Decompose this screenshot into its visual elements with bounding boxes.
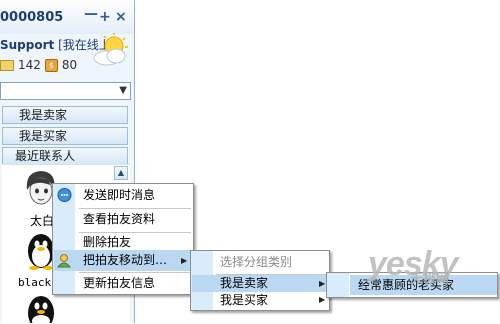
group-label: 我是卖家 (19, 108, 68, 122)
menu-item-move-friend-to[interactable]: 把拍友移动到… ▶ (54, 250, 193, 271)
menu-item-send-message[interactable]: 发送即时消息 (54, 185, 193, 206)
group-label: 最近联系人 (15, 149, 76, 163)
submenu-arrow-icon: ▶ (319, 279, 326, 288)
title-bar: 0000805 — + × (0, 0, 134, 34)
scroll-up-arrow-icon[interactable]: ▲ (114, 166, 128, 180)
menu-item-label: 选择分组类别 (220, 255, 293, 269)
menu-item-update-info[interactable]: 更新拍友信息 (54, 273, 193, 294)
menu-item-label: 我是买家 (220, 293, 269, 307)
contact-name[interactable]: 太白 (30, 212, 54, 229)
chevron-down-icon[interactable]: ▼ (119, 85, 127, 96)
submenu-arrow-icon: ▶ (181, 256, 188, 265)
menu-item-label: 发送即时消息 (83, 188, 156, 202)
menu-item-group-buyers[interactable]: 我是买家 ▶ (192, 291, 329, 309)
move-to-group-submenu: 选择分组类别 我是卖家 ▶ 我是买家 ▶ (190, 250, 330, 311)
avatar[interactable] (24, 294, 58, 323)
menu-item-label: 查看拍友资料 (83, 212, 156, 226)
group-label: 我是买家 (19, 129, 68, 143)
contact-context-menu: 发送即时消息 查看拍友资料 删除拍友 把拍友移动到… ▶ 更新拍友信息 (52, 183, 194, 295)
yesky-watermark-cn: 天极网 (410, 272, 450, 287)
menu-item-group-sellers[interactable]: 我是卖家 ▶ (192, 275, 329, 292)
group-buyers[interactable]: 我是买家 (2, 127, 128, 145)
menu-item-label: 更新拍友信息 (83, 276, 156, 290)
window-title: 0000805 (0, 10, 64, 25)
group-sellers[interactable]: 我是卖家 (2, 106, 128, 124)
close-button[interactable]: × (115, 9, 127, 25)
mail-count: 142 (18, 58, 41, 72)
move-user-icon (57, 254, 72, 268)
user-name: Support (0, 38, 55, 52)
chat-bubble-icon (57, 188, 72, 202)
coin-count: 80 (61, 58, 78, 72)
search-input[interactable]: ▼ (0, 82, 131, 100)
menu-gutter (327, 273, 349, 297)
sun-cloud-icon (93, 33, 128, 66)
submenu-arrow-icon: ▶ (319, 295, 326, 304)
add-button[interactable]: + (99, 9, 111, 25)
coin-icon[interactable]: $ (44, 58, 58, 72)
menu-item-choose-group-type: 选择分组类别 (192, 252, 329, 273)
menu-item-view-profile[interactable]: 查看拍友资料 (54, 209, 193, 230)
minimize-button[interactable]: — (84, 6, 98, 22)
menu-item-label: 把拍友移动到… (83, 253, 168, 267)
group-recent-contacts[interactable]: 最近联系人 (2, 147, 128, 165)
counts-row: 142 $ 80 (0, 58, 77, 72)
menu-item-label: 我是卖家 (220, 276, 269, 290)
mail-icon[interactable] (0, 59, 14, 71)
